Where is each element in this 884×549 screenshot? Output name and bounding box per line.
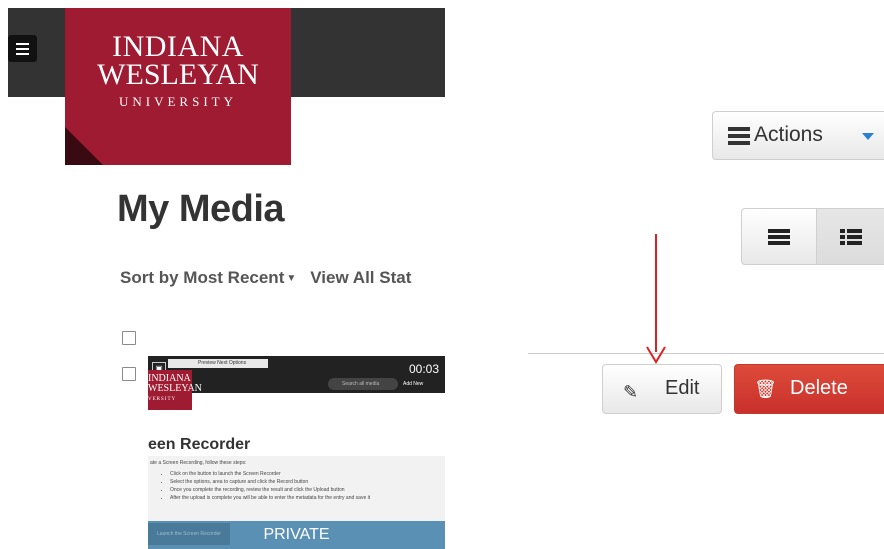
list-detailed-icon (768, 229, 790, 246)
list-item: After the upload is complete you will be… (170, 494, 370, 502)
thumbnail-intro: ate a Screen Recording, follow these ste… (150, 460, 247, 466)
thumbnail-logo-line-3: VERSITY (148, 397, 177, 402)
list-item: Once you complete the recording, review … (170, 486, 370, 494)
logo-line-3: UNIVERSITY (119, 94, 237, 109)
annotation-arrowhead (646, 346, 666, 364)
logo-line-2: WESLEYAN (97, 58, 259, 91)
thumbnail-logo: INDIANA WESLEYAN VERSITY (148, 370, 202, 410)
trash-icon: 🗑 (754, 379, 777, 399)
divider (528, 353, 884, 354)
university-logo[interactable]: INDIANA WESLEYAN UNIVERSITY (65, 8, 291, 165)
thumbnail-heading: een Recorder (148, 436, 251, 453)
select-all-checkbox[interactable] (122, 331, 136, 345)
actions-icon (728, 127, 750, 145)
entry-thumbnail[interactable]: ▣ Preview Next Options 00:03 INDIANA WES… (148, 356, 445, 549)
thumbnail-search: Search all media (328, 378, 398, 390)
thumbnail-toolbar: Preview Next Options (168, 359, 268, 368)
thumbnail-logo-line-2: WESLEYAN (148, 383, 202, 394)
entry-checkbox[interactable] (122, 367, 136, 381)
edit-button[interactable]: ✎ Edit (602, 364, 722, 414)
privacy-status: PRIVATE (263, 526, 330, 543)
list-item: Click on the button to launch the Screen… (170, 470, 370, 478)
actions-button[interactable]: Actions (712, 111, 884, 160)
page-title: My Media (117, 188, 285, 230)
duration-badge: 00:03 (408, 362, 439, 376)
thumbnail-status-bar: Launch the Screen Recorder PRIVATE (148, 521, 445, 549)
actions-label: Actions (754, 123, 823, 146)
caret-down-icon: ▼ (286, 273, 297, 285)
delete-button[interactable]: 🗑 Delete (734, 364, 884, 414)
thumbnail-steps: Click on the button to launch the Screen… (170, 470, 370, 502)
thumbnail-add-new: Add New (403, 381, 424, 387)
edit-label: Edit (665, 377, 700, 399)
sort-bar: Sort by Most Recent ▼ View All Stat (120, 268, 445, 288)
view-toggle (741, 208, 884, 265)
detailed-view-button[interactable] (741, 208, 817, 265)
hamburger-icon[interactable] (8, 35, 37, 62)
caret-down-icon (862, 133, 874, 140)
list-item: Select the options, area to capture and … (170, 478, 370, 486)
pencil-icon: ✎ (623, 382, 639, 402)
compact-view-button[interactable] (816, 208, 884, 265)
thumbnail-panel: ate a Screen Recording, follow these ste… (148, 456, 445, 521)
status-filter-dropdown[interactable]: View All Stat (310, 268, 411, 287)
logo-fold (65, 127, 103, 165)
annotation-arrow (655, 234, 657, 352)
sort-dropdown[interactable]: Sort by Most Recent (120, 268, 284, 287)
delete-label: Delete (790, 377, 848, 399)
list-compact-icon (840, 229, 862, 246)
